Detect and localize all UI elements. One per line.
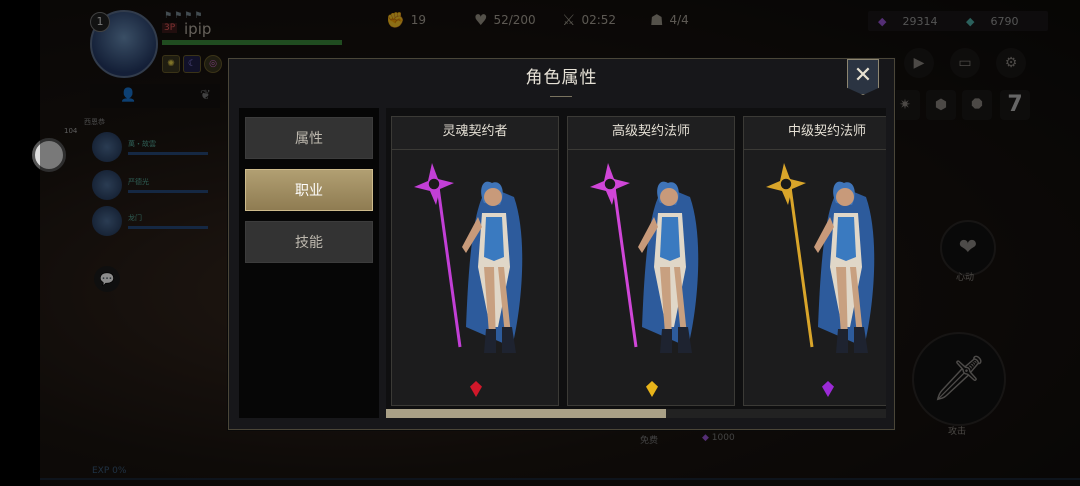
- class-card[interactable]: 中级契约法师: [743, 116, 886, 406]
- class-card[interactable]: 灵魂契约者: [391, 116, 559, 406]
- red-gem-icon: [470, 381, 482, 397]
- left-edge: [0, 0, 40, 486]
- class-card[interactable]: 高级契约法师: [567, 116, 735, 406]
- mage-illustration: [414, 163, 523, 353]
- tab-attributes[interactable]: 属性: [245, 117, 373, 159]
- class-title: 高级契约法师: [568, 117, 734, 150]
- tab-class[interactable]: 职业: [245, 169, 373, 211]
- close-button[interactable]: ✕: [847, 59, 879, 95]
- mage-illustration: [766, 163, 875, 353]
- title-ornament: [550, 90, 572, 97]
- class-title: 灵魂契约者: [392, 117, 558, 150]
- mage-illustration: [590, 163, 699, 353]
- character-attributes-dialog: 角色属性 ✕ 属性 职业 技能 灵魂契约者 高级契约法师 中级契约法师: [228, 58, 895, 430]
- dialog-title: 角色属性: [525, 68, 598, 88]
- yellow-gem-icon: [646, 381, 658, 397]
- purple-gem-icon: [822, 381, 834, 397]
- tab-skills[interactable]: 技能: [245, 221, 373, 263]
- scroll-thumb[interactable]: [386, 409, 666, 418]
- class-title: 中级契约法师: [744, 117, 886, 150]
- class-cards: 灵魂契约者 高级契约法师 中级契约法师: [386, 108, 886, 418]
- tab-list: 属性 职业 技能: [239, 108, 379, 418]
